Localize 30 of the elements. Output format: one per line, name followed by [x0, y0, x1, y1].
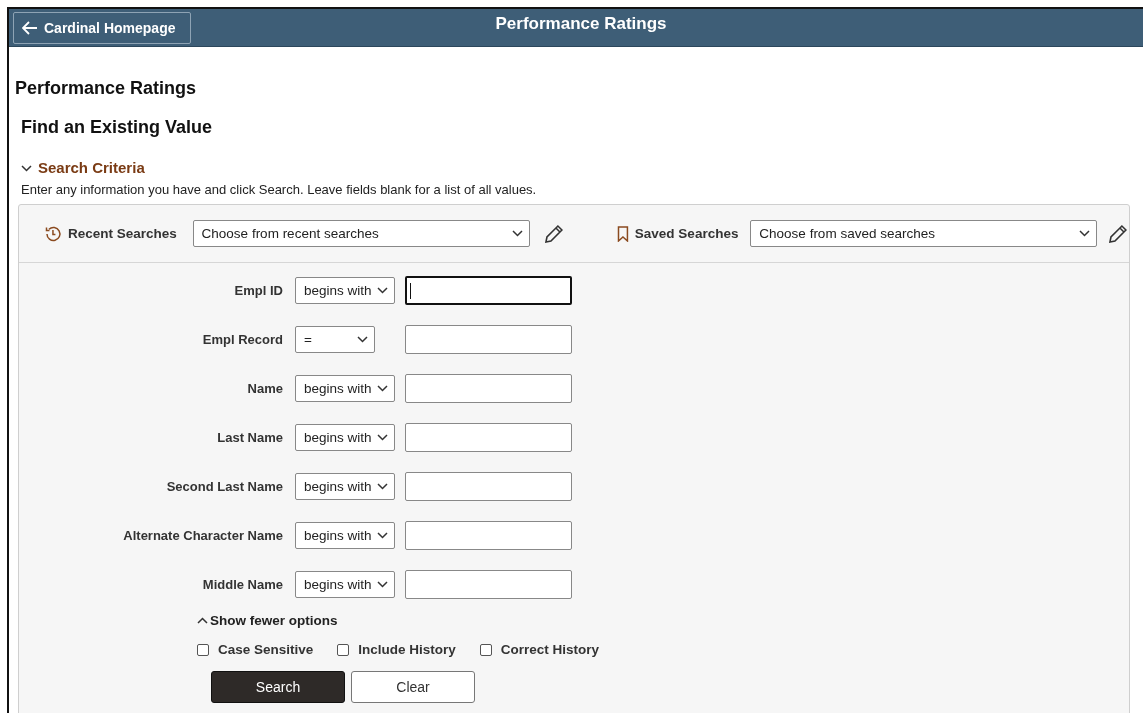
back-button[interactable]: Cardinal Homepage: [13, 11, 191, 44]
checkbox-label: Correct History: [500, 642, 600, 657]
checkbox-label: Case Sensitive: [218, 642, 314, 657]
dropdown-field[interactable]: Choose from saved searches: [750, 220, 1098, 247]
field-label: Middle Name: [201, 577, 283, 592]
field-label: Empl Record: [201, 332, 283, 347]
page-title: Performance Ratings: [15, 78, 197, 99]
page-subtitle: Find an Existing Value: [21, 117, 213, 138]
search-button[interactable]: Search: [211, 671, 345, 703]
recent-searches-label: Recent Searches: [67, 226, 177, 241]
dropdown-field[interactable]: Choose from recent searches: [192, 220, 530, 247]
operator-dropdown[interactable]: begins with: [295, 424, 395, 451]
field-label: Second Last Name: [165, 479, 283, 494]
checkbox-label: Include History: [358, 642, 456, 657]
clear-button[interactable]: Clear: [351, 671, 475, 703]
operator-dropdown[interactable]: begins with: [295, 522, 395, 549]
saved-searches-label: Saved Searches: [634, 226, 739, 241]
field-label: Name: [246, 381, 283, 396]
operator-dropdown[interactable]: begins with: [295, 473, 395, 500]
instructions: Enter any information you have and click Search. Leave fields blank for a list of all values.: [21, 182, 537, 197]
field-label: Alternate Character Name: [122, 528, 283, 543]
options-toggle[interactable]: Show fewer options: [197, 613, 338, 628]
section-title[interactable]: Search Criteria: [38, 158, 145, 176]
operator-dropdown[interactable]: =: [295, 326, 375, 353]
header-title: Performance Ratings: [494, 14, 667, 33]
field-label: Empl ID: [233, 283, 283, 298]
field-label: Last Name: [216, 430, 283, 445]
operator-dropdown[interactable]: begins with: [295, 571, 395, 598]
operator-dropdown[interactable]: begins with: [295, 277, 395, 304]
operator-dropdown[interactable]: begins with: [295, 375, 395, 402]
